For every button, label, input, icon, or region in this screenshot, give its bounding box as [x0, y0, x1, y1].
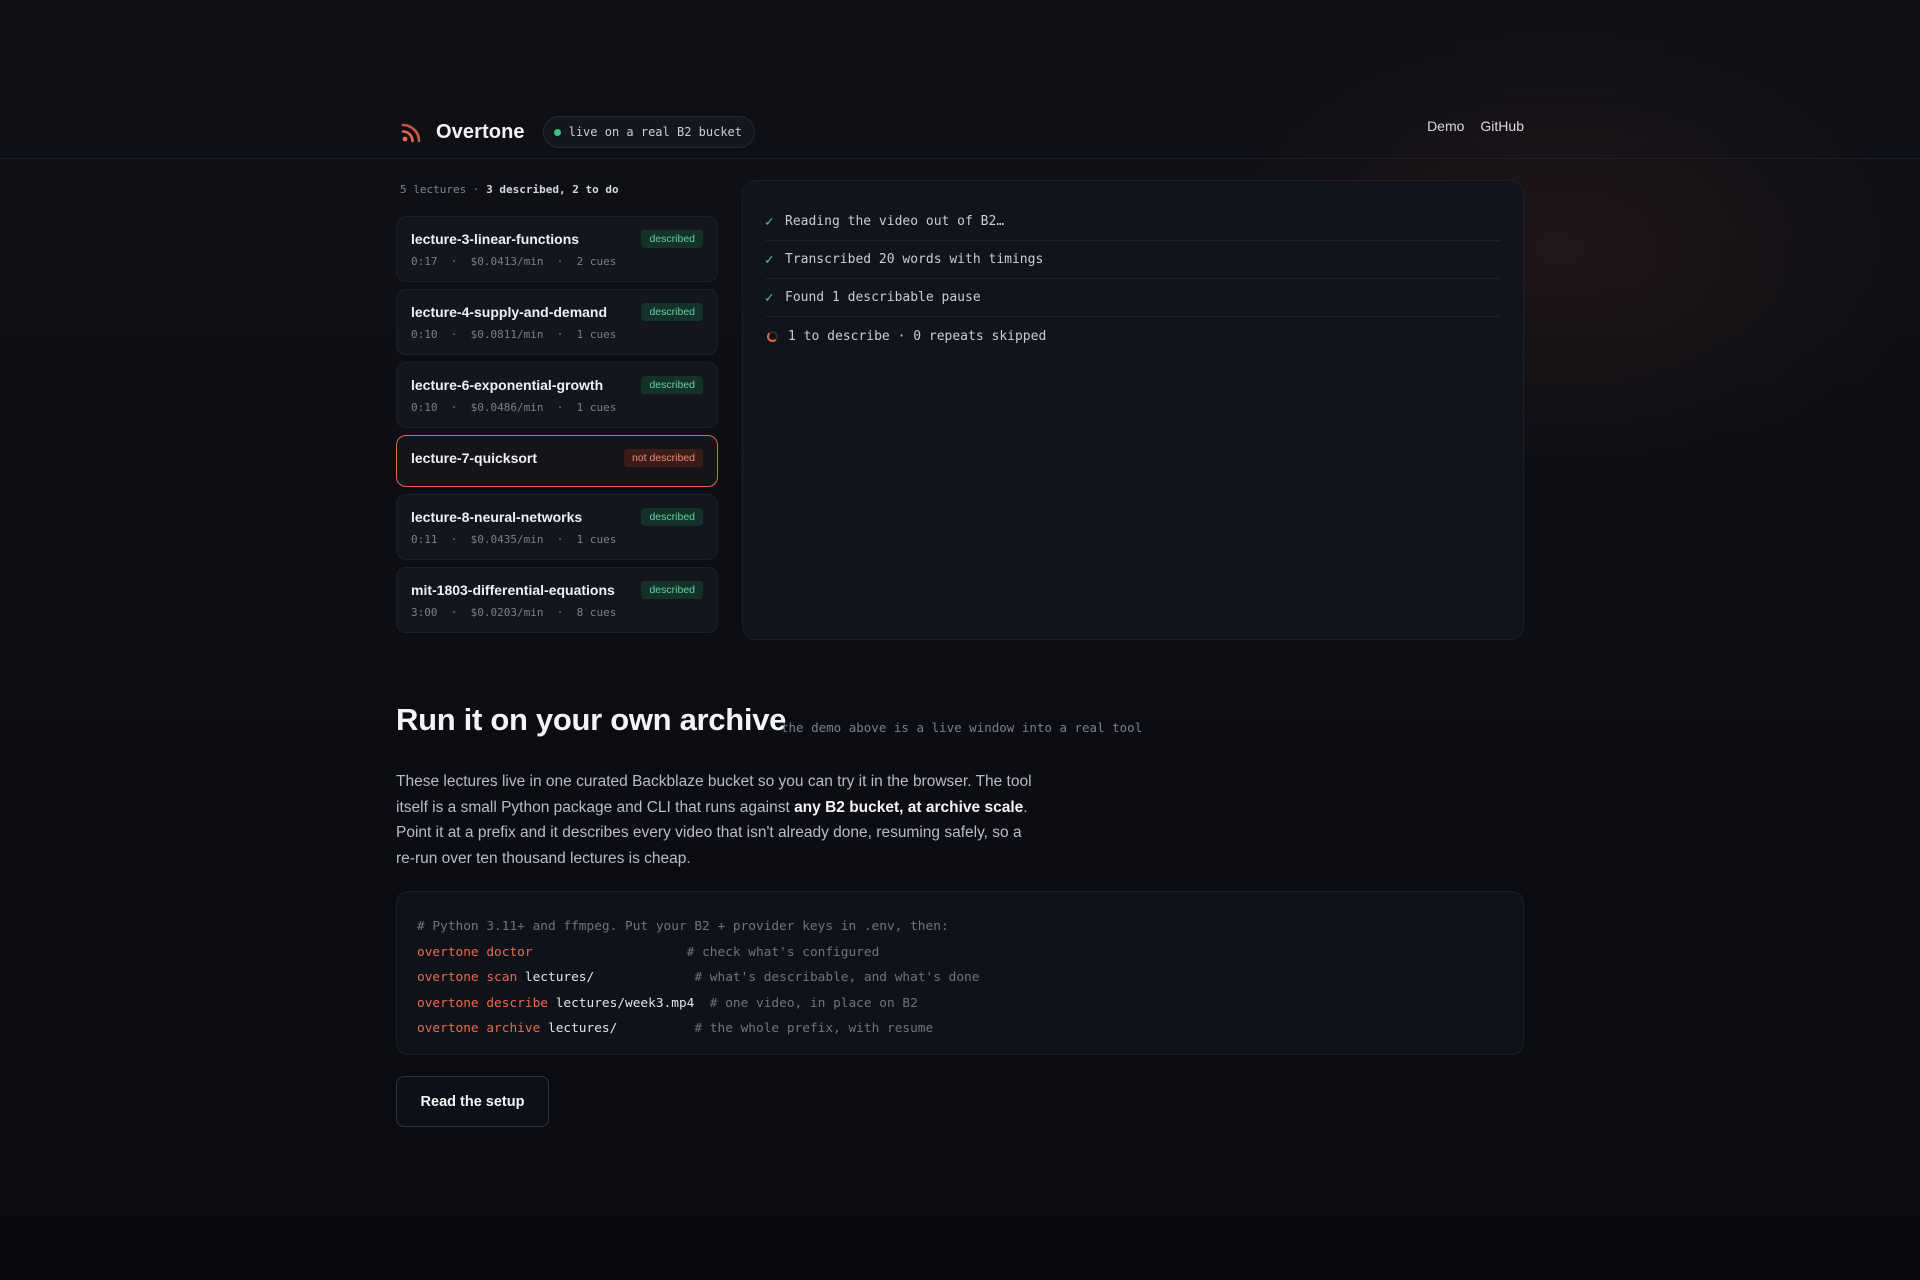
lecture-title: lecture-7-quicksort — [411, 450, 538, 466]
lecture-item[interactable]: lecture-8-neural-networks described 0:11… — [396, 494, 718, 560]
status-badge: described — [641, 581, 703, 599]
status-badge: described — [641, 230, 703, 248]
live-status-pill: live on a real B2 bucket — [542, 116, 755, 148]
progress-step-active: 1 to describe · 0 repeats skipped — [765, 317, 1501, 355]
lecture-item[interactable]: lecture-4-supply-and-demand described 0:… — [396, 289, 718, 355]
check-icon: ✓ — [765, 213, 774, 230]
lecture-item-selected[interactable]: lecture-7-quicksort not described — [396, 435, 718, 487]
lecture-meta: 0:11 · $0.0435/min · 1 cues — [411, 533, 617, 546]
step-text: 1 to describe · 0 repeats skipped — [788, 328, 1047, 344]
status-badge: described — [641, 508, 703, 526]
code-line: overtone doctor # check what's configure… — [417, 944, 880, 960]
step-text: Transcribed 20 words with timings — [785, 252, 1044, 267]
code-line: overtone scan lectures/ # what's describ… — [417, 970, 980, 985]
lecture-item[interactable]: mit-1803-differential-equations describe… — [396, 567, 718, 633]
lectures-count: 5 lectures — [400, 183, 467, 196]
live-dot-icon — [553, 128, 561, 136]
lecture-title: lecture-8-neural-networks — [411, 509, 583, 525]
progress-step: ✓ Found 1 describable pause — [765, 279, 1501, 317]
spinner-icon — [767, 330, 778, 342]
section-subtitle: the demo above is a live window into a r… — [781, 720, 1143, 735]
lecture-item[interactable]: lecture-3-linear-functions described 0:1… — [396, 216, 718, 282]
status-badge: described — [641, 376, 703, 394]
code-block[interactable]: # Python 3.11+ and ffmpeg. Put your B2 +… — [396, 891, 1524, 1055]
read-setup-button[interactable]: Read the setup — [396, 1076, 549, 1127]
check-icon: ✓ — [765, 289, 774, 306]
progress-panel: ✓ Reading the video out of B2… ✓ Transcr… — [742, 180, 1524, 640]
lecture-title: mit-1803-differential-equations — [411, 582, 615, 598]
lecture-meta: 0:10 · $0.0811/min · 1 cues — [411, 328, 617, 341]
lecture-title: lecture-4-supply-and-demand — [411, 304, 608, 320]
brand[interactable]: Overtone live on a real B2 bucket — [400, 116, 755, 148]
status-badge: described — [641, 303, 703, 321]
code-comment: # Python 3.11+ and ffmpeg. Put your B2 +… — [417, 919, 949, 934]
progress-step: ✓ Reading the video out of B2… — [765, 203, 1501, 241]
lecture-meta: 3:00 · $0.0203/min · 8 cues — [411, 606, 617, 619]
code-line: overtone describe lectures/week3.mp4 # o… — [417, 995, 918, 1011]
check-icon: ✓ — [765, 251, 774, 268]
top-nav: Demo GitHub — [1427, 118, 1524, 134]
rss-wave-icon — [401, 123, 421, 143]
lecture-item[interactable]: lecture-6-exponential-growth described 0… — [396, 362, 718, 428]
lectures-summary: 5 lectures · 3 described, 2 to do — [400, 183, 619, 196]
nav-demo-link[interactable]: Demo — [1427, 118, 1464, 134]
lecture-meta: 0:10 · $0.0486/min · 1 cues — [411, 401, 617, 414]
nav-github-link[interactable]: GitHub — [1480, 118, 1524, 134]
live-status-label: live on a real B2 bucket — [568, 125, 742, 139]
brand-name: Overtone — [436, 120, 525, 143]
step-text: Reading the video out of B2… — [785, 214, 1005, 229]
lecture-meta: 0:17 · $0.0413/min · 2 cues — [411, 255, 617, 268]
section-description: These lectures live in one curated Backb… — [396, 773, 1032, 867]
step-text: Found 1 describable pause — [785, 290, 981, 305]
status-badge: not described — [623, 449, 703, 467]
code-line: overtone archive lectures/ # the whole p… — [417, 1021, 934, 1036]
lecture-title: lecture-6-exponential-growth — [411, 377, 604, 393]
lectures-status: 3 described, 2 to do — [486, 183, 619, 196]
progress-step: ✓ Transcribed 20 words with timings — [765, 241, 1501, 279]
top-header: Overtone live on a real B2 bucket Demo G… — [0, 96, 1920, 159]
lecture-title: lecture-3-linear-functions — [411, 231, 580, 247]
section-title: Run it on your own archive — [396, 702, 787, 737]
